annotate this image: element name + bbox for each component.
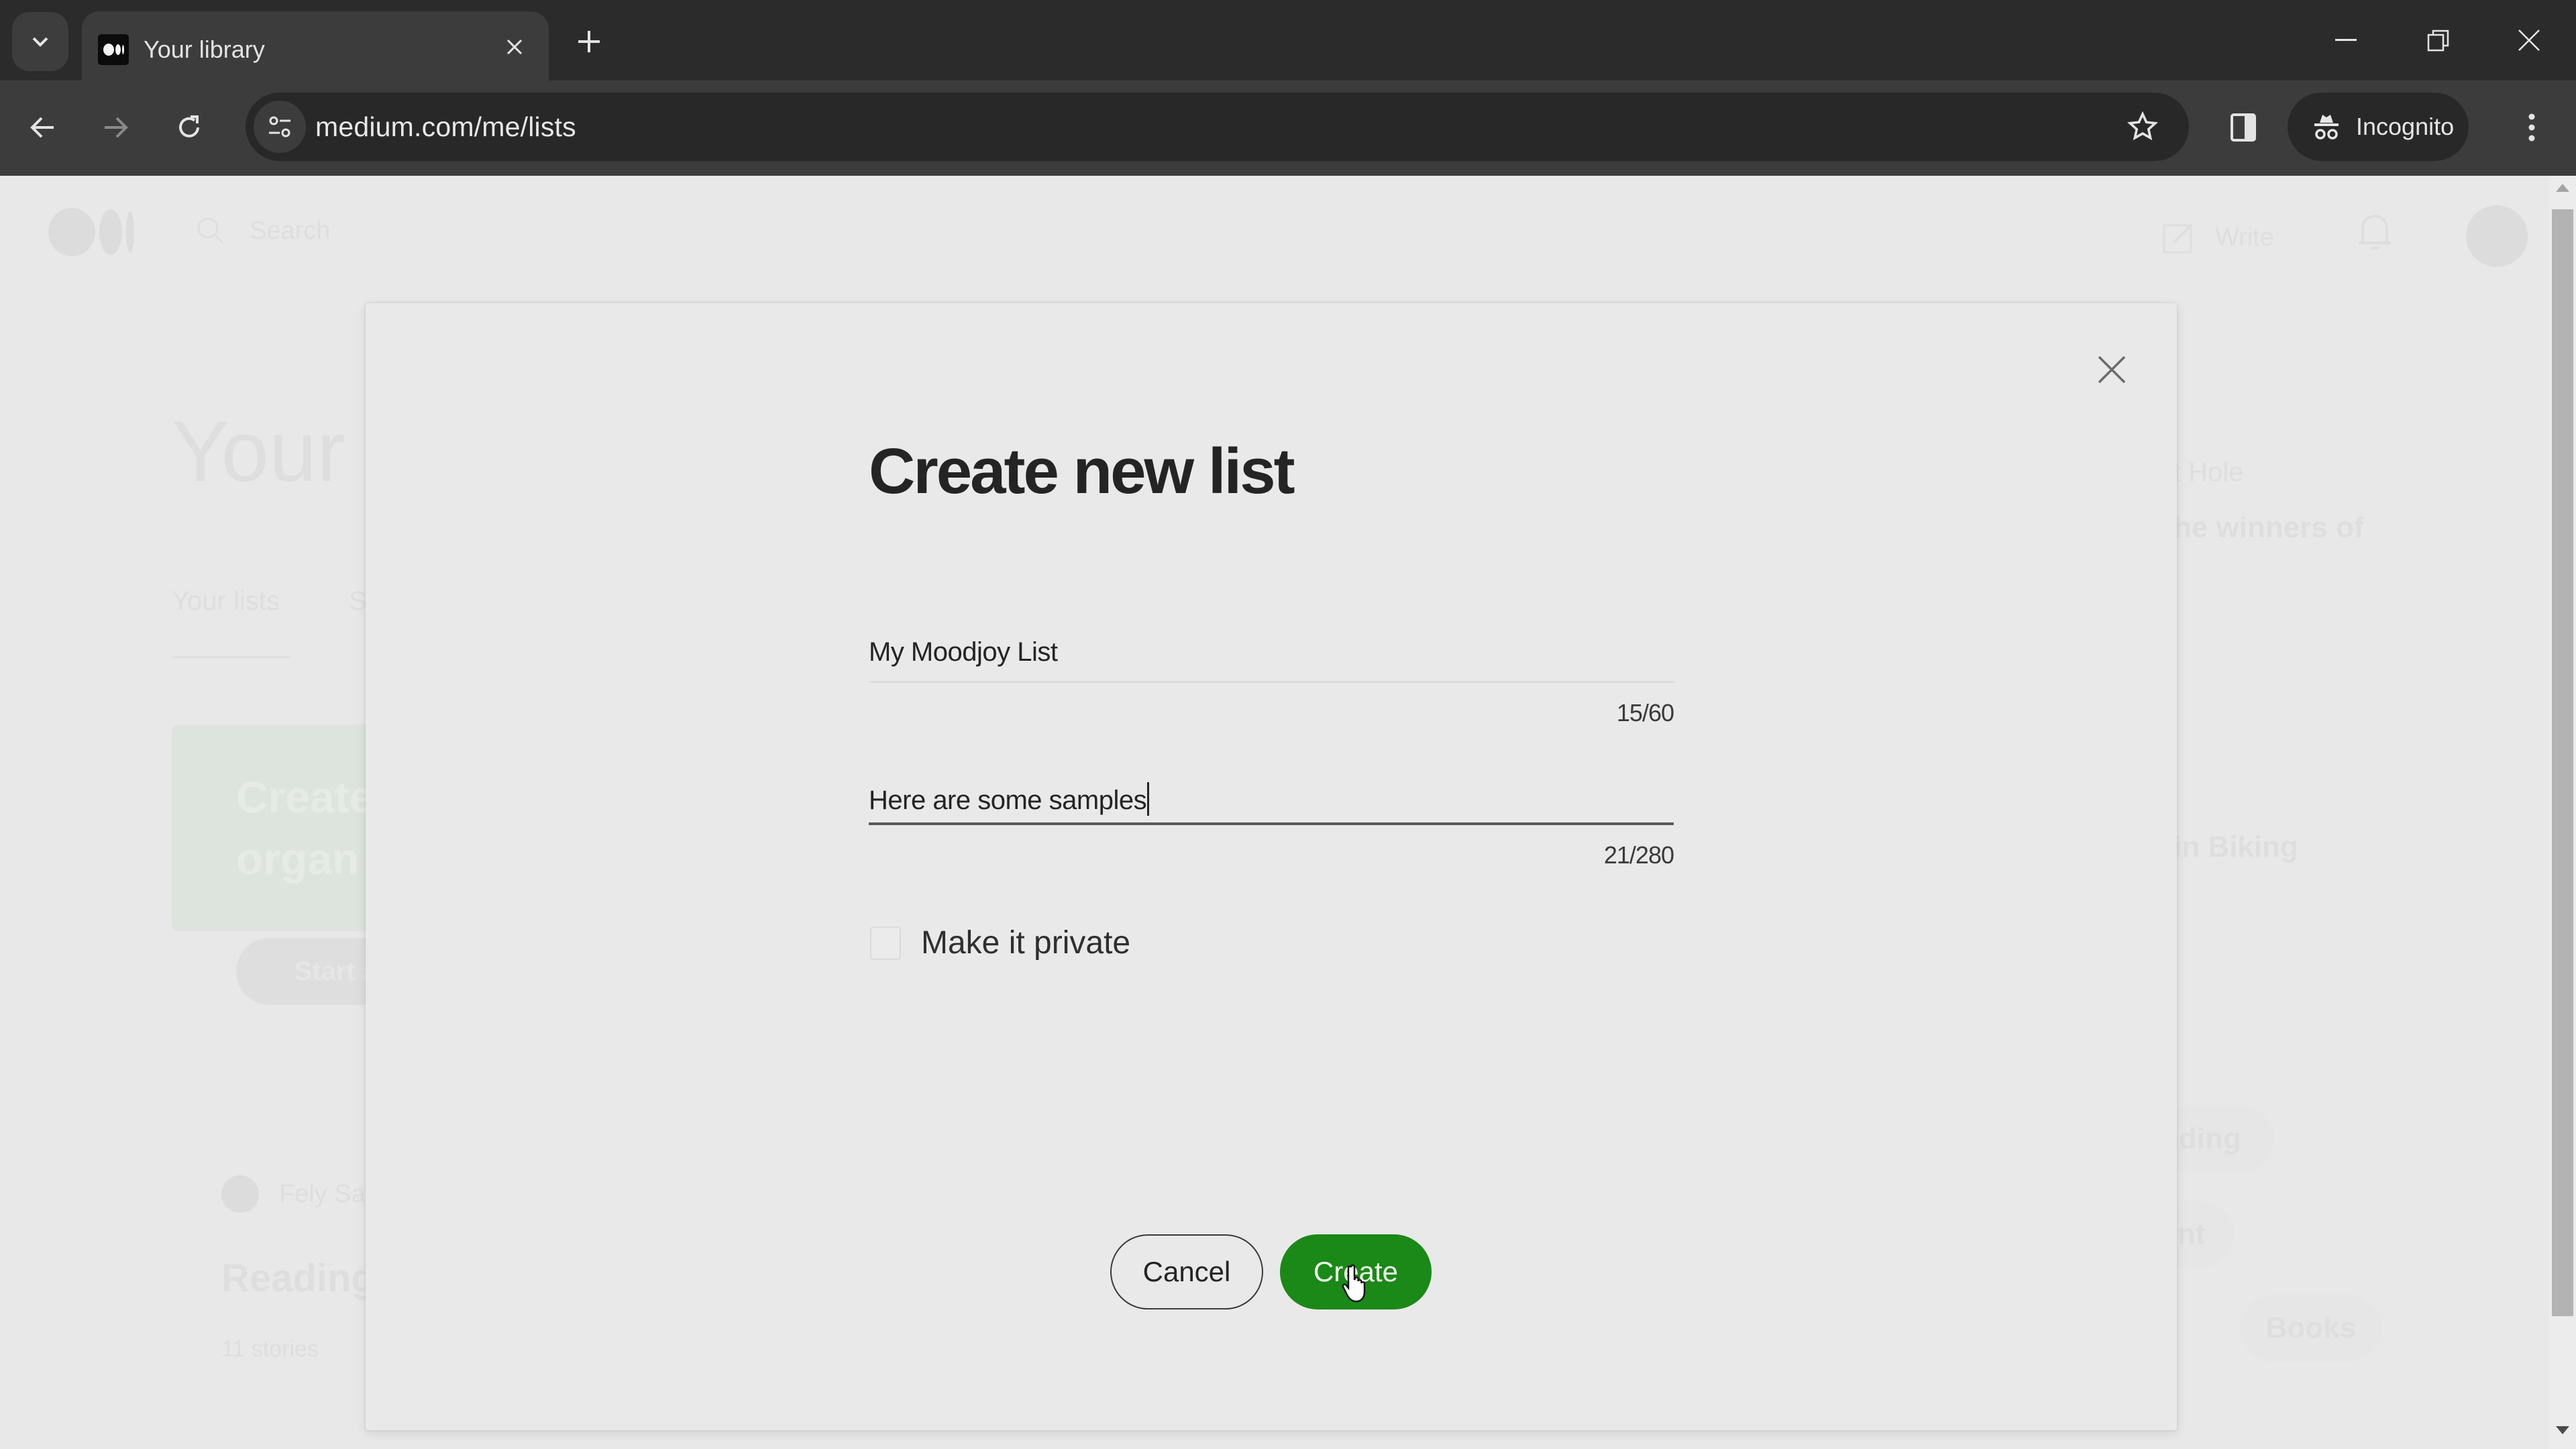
close-window-button[interactable] [2499,15,2559,66]
tab-saved[interactable]: S [349,586,367,616]
tab-your-library[interactable]: Your library [82,11,549,80]
create-list-dialog: Create new list 15/60 Here are some samp… [366,303,2177,1430]
tune-icon [269,116,290,138]
sidebar-text: t Hole [2174,458,2244,487]
promo-text: Create organ [236,772,374,883]
forward-button[interactable] [90,102,141,153]
scroll-down-arrow-icon[interactable] [2556,1426,2569,1434]
make-private-label: Make it private [921,925,1131,961]
list-title[interactable]: Reading [221,1256,375,1301]
search-placeholder: Search [250,216,331,245]
bookmark-button[interactable] [2123,107,2162,146]
close-icon [2098,356,2126,384]
list-meta: 11 stories [221,1336,319,1362]
new-tab-button[interactable] [569,21,609,62]
tab-search-button[interactable] [12,12,68,71]
side-panel-icon [2231,113,2256,142]
cancel-button[interactable]: Cancel [1110,1234,1263,1309]
chevron-down-icon [32,37,48,47]
list-name-field: 15/60 [869,637,1674,727]
plus-icon [578,31,600,52]
browser-menu-button[interactable] [2506,102,2557,153]
page-scrollbar[interactable] [2549,176,2576,1449]
text-caret [1147,782,1150,816]
arrow-left-icon [30,117,54,138]
write-label: Write [2215,223,2274,252]
write-icon [2163,224,2192,254]
list-description-underline [869,822,1674,825]
site-info-button[interactable] [254,101,306,153]
scroll-up-arrow-icon[interactable] [2556,184,2569,192]
sidebar-text[interactable]: he winners of [2174,511,2364,545]
topic-pill[interactable]: Books [2241,1295,2381,1362]
tab-close-button[interactable] [498,30,531,64]
medium-logo-icon [98,34,129,65]
search-bar[interactable]: Search [196,216,330,246]
write-button[interactable]: Write [2160,219,2274,256]
browser-toolbar: medium.com/me/lists Incognito [0,80,2576,176]
incognito-badge[interactable]: Incognito [2288,93,2469,161]
minimize-icon [2335,39,2357,41]
address-bar[interactable]: medium.com/me/lists [246,93,2189,161]
close-icon [2518,30,2540,51]
reload-button[interactable] [164,102,215,153]
list-description-input[interactable]: Here are some samples [869,782,1674,822]
reload-icon [179,115,199,138]
medium-logo [48,208,134,256]
incognito-icon [2314,115,2339,140]
sidebar-text[interactable]: in Biking [2174,830,2298,864]
list-name-counter: 15/60 [1616,699,1674,727]
author-avatar [221,1175,259,1213]
arrow-right-icon [105,117,128,138]
dialog-title: Create new list [869,435,1295,507]
active-tab-underline [172,656,290,658]
tab-your-lists[interactable]: Your lists [172,586,280,616]
bell-icon [2359,215,2391,250]
notifications-button[interactable] [2356,211,2394,257]
scrollbar-thumb[interactable] [2552,209,2573,1316]
page-title: Your l [172,404,388,500]
list-description-counter: 21/280 [1603,841,1674,869]
make-private-checkbox[interactable] [870,926,901,960]
tab-strip: Your library [0,0,2576,80]
hand-pointer-icon [1342,1265,1366,1303]
kebab-menu-icon [2528,113,2535,142]
side-panel-button[interactable] [2218,102,2269,153]
minimize-button[interactable] [2316,15,2376,66]
list-description-field: Here are some samples 21/280 [869,782,1674,869]
list-name-input[interactable] [869,637,1674,681]
make-private-option[interactable]: Make it private [870,924,1130,961]
close-dialog-button[interactable] [2096,354,2127,385]
tab-title: Your library [144,36,265,63]
back-button[interactable] [17,102,68,153]
url-text[interactable]: medium.com/me/lists [315,111,576,143]
star-icon [2127,111,2159,141]
restore-button[interactable] [2408,15,2469,66]
search-icon [197,217,224,244]
restore-icon [2427,30,2449,52]
list-author: Fely Sa [221,1175,366,1213]
user-avatar[interactable] [2466,205,2528,267]
list-name-underline [869,681,1674,683]
close-icon [506,39,523,55]
incognito-label: Incognito [2356,113,2455,140]
